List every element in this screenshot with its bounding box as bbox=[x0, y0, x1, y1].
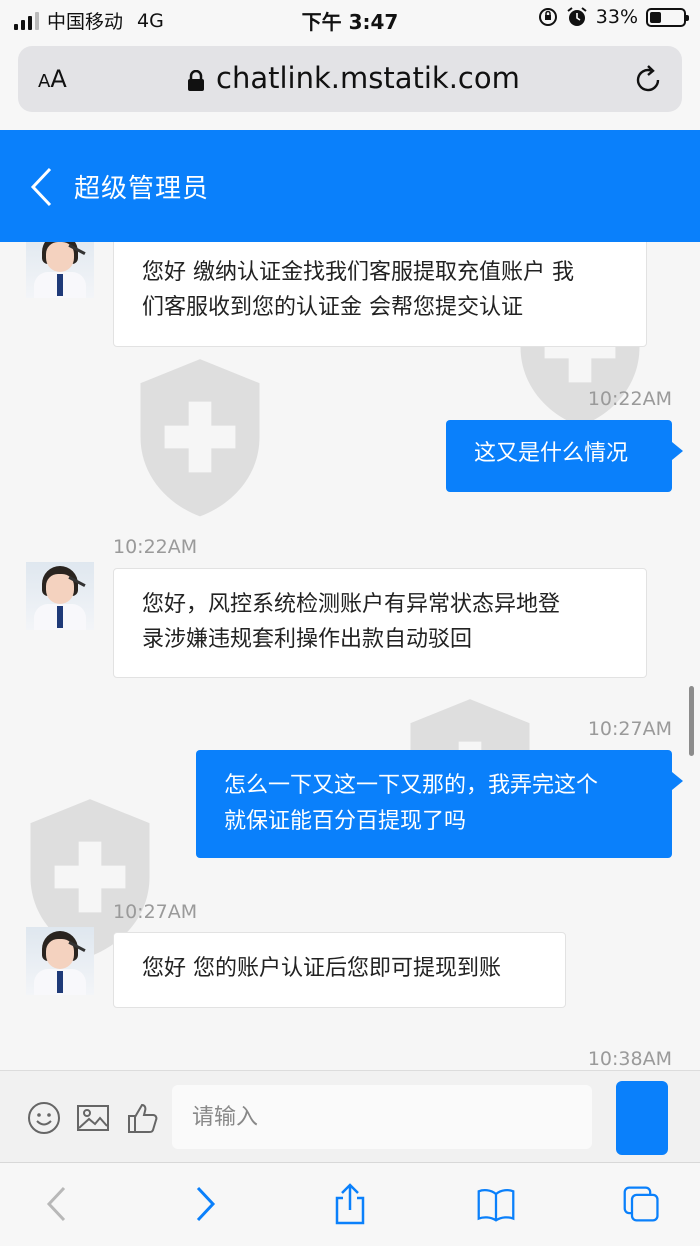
message-line: 这又是什么情况 bbox=[474, 441, 629, 466]
alarm-icon bbox=[567, 7, 587, 26]
message-timestamp: 10:27AM bbox=[587, 718, 672, 740]
message-line: 怎么一下又这一下又那的，我弄完这个 bbox=[224, 773, 599, 798]
battery-percent: 33% bbox=[595, 6, 638, 28]
message-line: 就保证能百分百提现了吗 bbox=[224, 809, 467, 834]
message-bubble-in: 您好 您的账户认证后您即可提现到账 bbox=[113, 932, 566, 1008]
message-input-bar bbox=[0, 1070, 700, 1162]
emoji-icon[interactable] bbox=[27, 1101, 61, 1135]
share-icon[interactable] bbox=[330, 1183, 370, 1225]
thumbs-up-icon[interactable] bbox=[125, 1101, 159, 1135]
agent-avatar[interactable] bbox=[26, 927, 94, 995]
message-timestamp: 10:22AM bbox=[113, 536, 198, 558]
chat-messages[interactable]: 您好 缴纳认证金找我们客服提取充值账户 我 们客服收到您的认证金 会帮您提交认证… bbox=[0, 242, 700, 1070]
url-text[interactable]: chatlink.mstatik.com bbox=[216, 61, 520, 95]
battery-icon bbox=[646, 7, 689, 27]
tabs-icon[interactable] bbox=[622, 1183, 662, 1225]
forward-icon[interactable] bbox=[184, 1183, 224, 1225]
watermark-shield-icon bbox=[140, 359, 260, 517]
status-right: 33% bbox=[538, 6, 689, 28]
browser-toolbar bbox=[0, 1162, 700, 1246]
agent-avatar[interactable] bbox=[26, 562, 94, 630]
rotation-lock-icon bbox=[538, 8, 557, 26]
browser-address-area: AA chatlink.mstatik.com bbox=[0, 38, 700, 130]
message-bubble-out: 怎么一下又这一下又那的，我弄完这个 就保证能百分百提现了吗 bbox=[196, 750, 683, 858]
status-bar: 中国移动 4G 下午 3:47 33% bbox=[0, 0, 700, 38]
chat-header: 超级管理员 bbox=[0, 130, 700, 242]
back-chevron-icon[interactable] bbox=[28, 166, 54, 208]
message-input[interactable] bbox=[172, 1085, 592, 1149]
message-line: 您好 缴纳认证金找我们客服提取充值账户 我 bbox=[142, 260, 574, 285]
send-button[interactable] bbox=[616, 1081, 668, 1155]
chat-title: 超级管理员 bbox=[74, 174, 210, 204]
agent-avatar[interactable] bbox=[26, 242, 94, 298]
message-bubble-in: 您好 缴纳认证金找我们客服提取充值账户 我 们客服收到您的认证金 会帮您提交认证 bbox=[113, 242, 647, 347]
message-line: 们客服收到您的认证金 会帮您提交认证 bbox=[142, 295, 523, 320]
message-bubble-out: 这又是什么情况 bbox=[446, 420, 683, 492]
message-timestamp: 10:27AM bbox=[113, 901, 198, 923]
back-icon[interactable] bbox=[38, 1183, 78, 1225]
message-line: 录涉嫌违规套利操作出款自动驳回 bbox=[142, 627, 473, 652]
lock-icon bbox=[188, 70, 204, 91]
message-line: 您好 您的账户认证后您即可提现到账 bbox=[142, 956, 501, 981]
address-bar[interactable]: AA chatlink.mstatik.com bbox=[18, 46, 682, 112]
reload-icon[interactable] bbox=[632, 63, 664, 95]
message-timestamp: 10:22AM bbox=[587, 388, 672, 410]
bookmarks-icon[interactable] bbox=[476, 1183, 516, 1225]
chat-scrollbar[interactable] bbox=[689, 686, 694, 756]
text-size-button[interactable]: AA bbox=[38, 65, 67, 93]
message-bubble-in: 您好，风控系统检测账户有异常状态异地登 录涉嫌违规套利操作出款自动驳回 bbox=[113, 568, 647, 678]
message-line: 您好，风控系统检测账户有异常状态异地登 bbox=[142, 592, 561, 617]
message-timestamp: 10:38AM bbox=[587, 1048, 672, 1070]
image-icon[interactable] bbox=[76, 1101, 110, 1135]
